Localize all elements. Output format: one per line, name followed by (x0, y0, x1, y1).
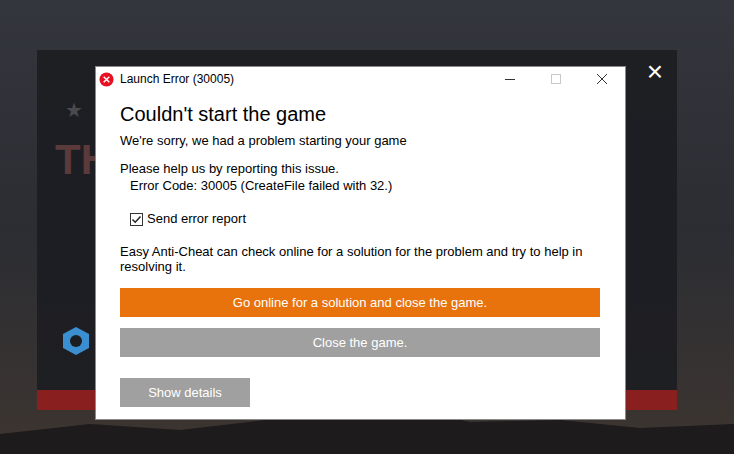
info-text: Easy Anti-Cheat can check online for a s… (120, 244, 600, 274)
hexagon-logo-icon (61, 326, 91, 356)
check-icon (131, 214, 142, 225)
close-game-button[interactable]: Close the game. (120, 328, 600, 357)
checkbox-label: Send error report (147, 211, 246, 227)
send-report-checkbox[interactable] (130, 213, 143, 226)
maximize-icon (551, 74, 561, 84)
close-icon (597, 74, 607, 84)
send-report-checkbox-row[interactable]: Send error report (120, 211, 600, 227)
error-dialog: Launch Error (30005) Couldn't start the … (95, 66, 626, 420)
launcher-close-button[interactable]: × (647, 56, 663, 88)
star-icon: ★ (65, 98, 83, 122)
title-bar: Launch Error (30005) (96, 67, 625, 91)
window-title: Launch Error (30005) (120, 71, 234, 87)
maximize-button (533, 67, 579, 91)
dialog-subheading: We're sorry, we had a problem starting y… (120, 133, 600, 149)
error-code: Error Code: 30005 (CreateFile failed wit… (120, 178, 600, 194)
show-details-button[interactable]: Show details (120, 378, 250, 407)
button-label: Go online for a solution and close the g… (233, 295, 487, 311)
minimize-button[interactable] (487, 67, 533, 91)
report-prompt: Please help us by reporting this issue. (120, 161, 600, 177)
minimize-icon (505, 74, 515, 84)
close-button[interactable] (579, 67, 625, 91)
error-icon (99, 72, 114, 87)
go-online-button[interactable]: Go online for a solution and close the g… (120, 288, 600, 317)
dialog-heading: Couldn't start the game (120, 101, 600, 127)
button-label: Close the game. (313, 335, 408, 351)
